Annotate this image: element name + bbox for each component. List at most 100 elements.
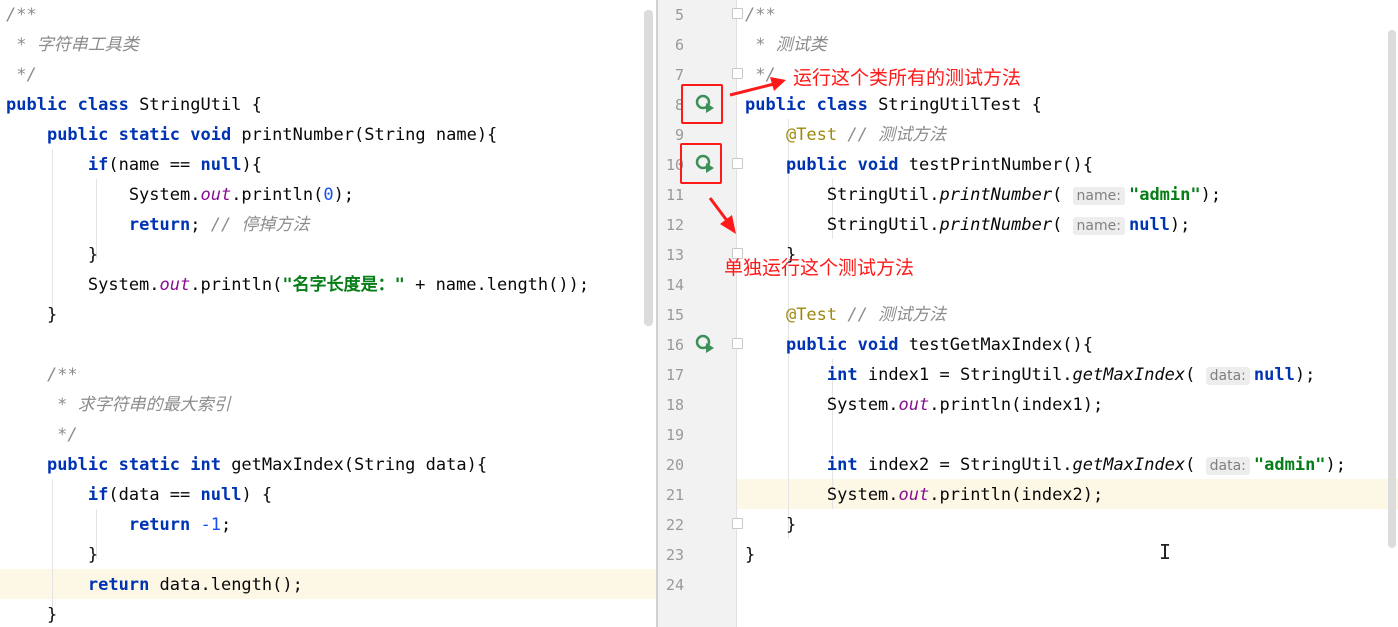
code-line[interactable]: return data.length();: [6, 570, 303, 600]
code-line[interactable]: return; // 停掉方法: [6, 210, 310, 240]
code-token: return: [128, 215, 191, 235]
code-token: );: [1169, 215, 1191, 235]
code-token: }: [6, 305, 58, 325]
right-editor-pane[interactable]: 5/** 6 * 测试类 7 */8 public class StringUtilT…: [658, 0, 1398, 627]
code-line[interactable]: System.out.println(0);: [6, 180, 354, 210]
code-token: );: [1294, 365, 1316, 385]
run-method-icon[interactable]: [694, 333, 716, 355]
run-method-callout: 单独运行这个测试方法: [724, 257, 915, 279]
code-token: (: [1052, 215, 1073, 235]
code-line[interactable]: public static void printNumber(String na…: [6, 120, 497, 150]
code-token: public class: [745, 95, 879, 115]
code-token: out: [200, 185, 232, 205]
code-line[interactable]: * 测试类: [745, 30, 826, 60]
line-number: 17: [665, 366, 684, 384]
code-token: printNumber: [939, 215, 1053, 235]
code-line[interactable]: * 字符串工具类: [6, 30, 138, 60]
code-token: .println(: [190, 275, 283, 295]
line-number: 24: [665, 576, 684, 594]
fold-marker[interactable]: [732, 518, 743, 529]
line-number: 15: [665, 306, 684, 324]
line-number: 13: [665, 246, 684, 264]
code-token: @Test: [785, 125, 838, 145]
code-line[interactable]: /**: [6, 360, 78, 390]
code-line[interactable]: public void testPrintNumber(){: [745, 150, 1093, 180]
code-token: null: [200, 485, 242, 505]
code-token: "admin": [1128, 185, 1201, 205]
code-token: StringUtil.: [745, 215, 940, 235]
code-line[interactable]: StringUtil.printNumber( name: "admin");: [745, 180, 1221, 210]
code-line[interactable]: System.out.println(index1);: [745, 390, 1103, 420]
fold-marker[interactable]: [732, 338, 743, 349]
fold-marker[interactable]: [732, 8, 743, 19]
right-scrollbar[interactable]: [1388, 30, 1396, 548]
code-line[interactable]: public void testGetMaxIndex(){: [745, 330, 1093, 360]
parameter-hint: name:: [1072, 217, 1125, 235]
code-line[interactable]: }: [6, 600, 57, 627]
code-token: /**: [745, 5, 776, 25]
code-line[interactable]: System.out.println("名字长度是：" + name.lengt…: [6, 270, 589, 300]
code-line[interactable]: if(name == null){: [6, 150, 262, 180]
code-line[interactable]: public class StringUtil {: [6, 90, 262, 120]
code-line[interactable]: /**: [745, 0, 776, 30]
code-token: null: [1253, 365, 1295, 385]
code-line[interactable]: public static int getMaxIndex(String dat…: [6, 450, 487, 480]
code-line[interactable]: public class StringUtilTest {: [745, 90, 1042, 120]
code-token: out: [159, 275, 191, 295]
code-line[interactable]: int index2 = StringUtil.getMaxIndex( dat…: [745, 450, 1346, 480]
code-line[interactable]: */: [745, 60, 775, 90]
code-line[interactable]: @Test // 测试方法: [745, 300, 946, 330]
parameter-hint: data:: [1205, 367, 1250, 385]
code-token: int: [826, 455, 868, 475]
code-line[interactable]: }: [6, 240, 98, 270]
code-line[interactable]: }: [6, 540, 98, 570]
code-line[interactable]: if(data == null) {: [6, 480, 272, 510]
code-token: public static void: [46, 125, 242, 145]
code-token: StringUtilTest {: [878, 95, 1042, 115]
line-number: 16: [665, 336, 684, 354]
code-line[interactable]: int index1 = StringUtil.getMaxIndex( dat…: [745, 360, 1315, 390]
fold-marker[interactable]: [732, 158, 743, 169]
code-line[interactable]: /**: [6, 0, 37, 30]
run-class-callout: 运行这个类所有的测试方法: [793, 67, 1022, 89]
left-editor-pane[interactable]: /** * 字符串工具类 */ public class StringUtil {…: [0, 0, 656, 627]
code-line[interactable]: }: [6, 300, 57, 330]
code-token: public static int: [46, 455, 232, 475]
code-token: .println(index1);: [929, 395, 1104, 415]
code-token: "admin": [1253, 455, 1326, 475]
left-scrollbar[interactable]: [644, 10, 653, 326]
code-line[interactable]: */: [6, 420, 77, 450]
code-line[interactable]: StringUtil.printNumber( name: null);: [745, 210, 1190, 240]
code-token: + name.length());: [404, 275, 590, 295]
code-line[interactable]: */: [6, 60, 36, 90]
fold-marker[interactable]: [732, 68, 743, 79]
text-cursor-icon: I: [1159, 540, 1172, 564]
code-token: // 测试方法: [847, 125, 947, 145]
code-token: System.: [6, 185, 201, 205]
code-token: testPrintNumber(){: [908, 155, 1094, 175]
code-line[interactable]: }: [745, 510, 796, 540]
code-token: public void: [785, 335, 909, 355]
code-token: }: [745, 545, 756, 565]
code-line[interactable]: return -1;: [6, 510, 231, 540]
line-number: 6: [674, 36, 684, 54]
code-token: 0: [323, 185, 334, 205]
code-token: data.length();: [159, 575, 303, 595]
code-token: /**: [6, 5, 37, 25]
code-line[interactable]: }: [745, 540, 755, 570]
code-token: }: [6, 605, 58, 625]
code-token: }: [745, 515, 797, 535]
line-number: 21: [665, 486, 684, 504]
code-line[interactable]: System.out.println(index2);: [745, 480, 1103, 510]
code-token: if: [87, 485, 109, 505]
code-line[interactable]: * 求字符串的最大索引: [6, 390, 230, 420]
code-line[interactable]: @Test // 测试方法: [745, 120, 946, 150]
